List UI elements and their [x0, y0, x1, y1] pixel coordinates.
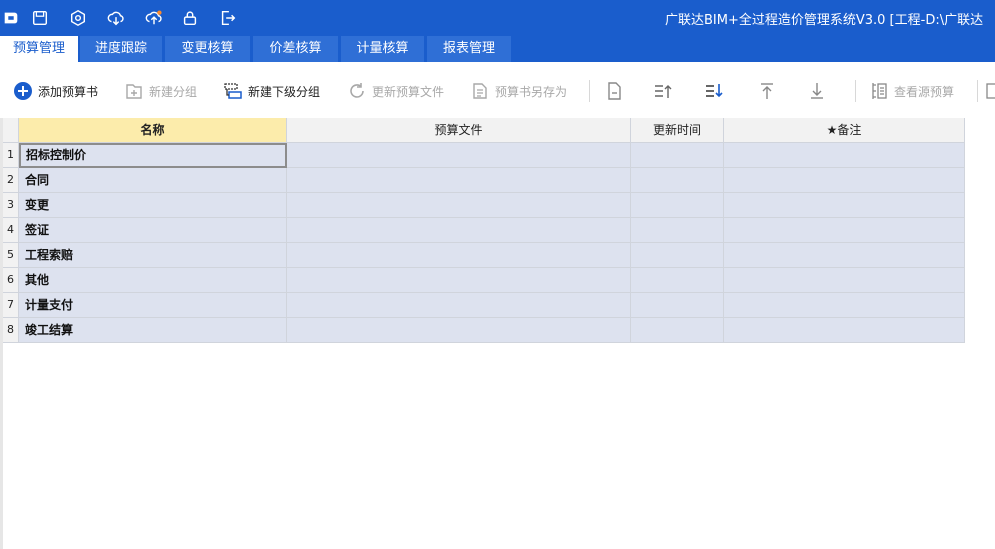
refresh-icon: [346, 80, 368, 102]
table-row-name[interactable]: 工程索赔: [19, 243, 287, 268]
row-number[interactable]: 8: [3, 318, 19, 343]
row-number[interactable]: 7: [3, 293, 19, 318]
column-header-name[interactable]: 名称: [19, 118, 287, 143]
table-row-update-time[interactable]: [631, 168, 724, 193]
settings-icon[interactable]: [67, 7, 89, 29]
column-header-note[interactable]: ★备注: [724, 118, 965, 143]
table-row-budget-file[interactable]: [287, 193, 631, 218]
table-row-note[interactable]: [724, 218, 965, 243]
arrow-up-icon: [756, 80, 778, 102]
new-subgroup-button[interactable]: 新建下级分组: [222, 80, 320, 102]
table-row-name[interactable]: 招标控制价: [19, 143, 287, 168]
move-up-button[interactable]: [756, 80, 782, 102]
table-row-note[interactable]: [724, 193, 965, 218]
view-source-icon: [868, 80, 890, 102]
table-row-update-time[interactable]: [631, 268, 724, 293]
row-number[interactable]: 2: [3, 168, 19, 193]
add-circle-icon: [12, 80, 34, 102]
table-row-note[interactable]: [724, 143, 965, 168]
tab-progress-tracking[interactable]: 进度跟踪: [80, 36, 162, 62]
cloud-download-icon[interactable]: [105, 7, 127, 29]
exit-icon[interactable]: [217, 7, 239, 29]
view-source-budget-button[interactable]: 查看源预算: [868, 80, 954, 102]
update-budget-file-button[interactable]: 更新预算文件: [346, 80, 444, 102]
grid-corner: [3, 118, 19, 143]
new-subgroup-label: 新建下级分组: [248, 84, 321, 99]
new-group-label: 新建分组: [149, 84, 198, 99]
table-row-update-time[interactable]: [631, 318, 724, 343]
sort-descending-button[interactable]: [703, 80, 729, 102]
table-row-budget-file[interactable]: [287, 218, 631, 243]
row-number[interactable]: 6: [3, 268, 19, 293]
sort-ascending-button[interactable]: [652, 80, 678, 102]
row-number[interactable]: 3: [3, 193, 19, 218]
tab-budget-management[interactable]: 预算管理: [0, 36, 78, 62]
table-row-budget-file[interactable]: [287, 243, 631, 268]
remove-button[interactable]: [603, 80, 629, 102]
arrow-down-icon: [806, 80, 828, 102]
table-row-note[interactable]: [724, 243, 965, 268]
tab-change-accounting[interactable]: 变更核算: [165, 36, 250, 62]
tab-price-difference-accounting[interactable]: 价差核算: [253, 36, 338, 62]
save-as-icon: [469, 80, 491, 102]
toolbar: 添加预算书 新建分组 新建下级分组 更新预算文件 预算书另存为 查看源预算: [0, 62, 995, 118]
column-header-update-time[interactable]: 更新时间: [631, 118, 724, 143]
new-group-icon: [123, 80, 145, 102]
toolbar-separator: [855, 80, 856, 102]
table-row-budget-file[interactable]: [287, 318, 631, 343]
app-title: 广联达BIM+全过程造价管理系统V3.0 [工程-D:\广联达: [665, 13, 984, 28]
table-row-budget-file[interactable]: [287, 268, 631, 293]
main-tab-bar: 预算管理 进度跟踪 变更核算 价差核算 计量核算 报表管理: [0, 36, 995, 62]
table-row-note[interactable]: [724, 293, 965, 318]
toolbar-separator: [977, 80, 978, 102]
table-row-name[interactable]: 计量支付: [19, 293, 287, 318]
row-number[interactable]: 5: [3, 243, 19, 268]
save-budget-as-label: 预算书另存为: [495, 84, 568, 99]
table-row-update-time[interactable]: [631, 218, 724, 243]
new-subgroup-icon: [222, 80, 244, 102]
table-row-budget-file[interactable]: [287, 168, 631, 193]
budget-grid: 名称 预算文件 更新时间 ★备注 1 招标控制价 2 合同 3 变更 4 签证 …: [0, 118, 995, 549]
column-header-budget-file[interactable]: 预算文件: [287, 118, 631, 143]
title-bar: 广联达BIM+全过程造价管理系统V3.0 [工程-D:\广联达: [0, 0, 995, 36]
add-budget-label: 添加预算书: [38, 84, 99, 99]
sort-ascending-icon: [652, 80, 674, 102]
app-logo-icon[interactable]: [0, 7, 22, 29]
table-row-name[interactable]: 竣工结算: [19, 318, 287, 343]
save-icon[interactable]: [29, 7, 51, 29]
more-tools-button[interactable]: [983, 80, 995, 102]
more-tools-icon: [983, 80, 995, 102]
table-row-update-time[interactable]: [631, 293, 724, 318]
row-number[interactable]: 1: [3, 143, 19, 168]
table-row-update-time[interactable]: [631, 193, 724, 218]
add-budget-button[interactable]: 添加预算书: [12, 80, 98, 102]
table-row-note[interactable]: [724, 168, 965, 193]
sort-descending-icon: [703, 80, 725, 102]
table-row-update-time[interactable]: [631, 243, 724, 268]
table-row-budget-file[interactable]: [287, 293, 631, 318]
cloud-upload-icon[interactable]: [143, 7, 165, 29]
update-budget-file-label: 更新预算文件: [372, 84, 445, 99]
table-row-name[interactable]: 其他: [19, 268, 287, 293]
move-down-button[interactable]: [806, 80, 832, 102]
table-row-update-time[interactable]: [631, 143, 724, 168]
lock-icon[interactable]: [179, 7, 201, 29]
table-row-name[interactable]: 合同: [19, 168, 287, 193]
table-row-name[interactable]: 签证: [19, 218, 287, 243]
toolbar-separator: [589, 80, 590, 102]
table-row-budget-file[interactable]: [287, 143, 631, 168]
table-row-note[interactable]: [724, 318, 965, 343]
row-number[interactable]: 4: [3, 218, 19, 243]
table-row-note[interactable]: [724, 268, 965, 293]
save-budget-as-button[interactable]: 预算书另存为: [469, 80, 567, 102]
view-source-budget-label: 查看源预算: [894, 84, 955, 99]
table-row-name[interactable]: 变更: [19, 193, 287, 218]
tab-report-management[interactable]: 报表管理: [427, 36, 511, 62]
tab-measurement-accounting[interactable]: 计量核算: [341, 36, 424, 62]
document-minus-icon: [603, 80, 625, 102]
new-group-button[interactable]: 新建分组: [123, 80, 197, 102]
